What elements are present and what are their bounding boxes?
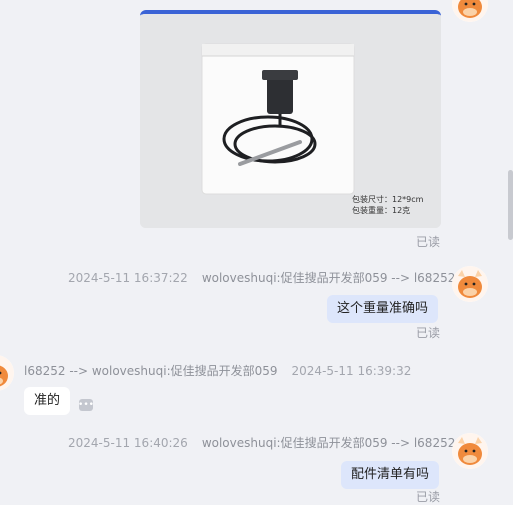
scrollbar-thumb[interactable] <box>508 170 513 240</box>
message-bubble[interactable]: 这个重量准确吗 <box>327 295 439 323</box>
cow-avatar-icon <box>452 266 488 302</box>
message-route: woloveshuqi:促佳搜品开发部059 --> l68252 <box>201 436 456 450</box>
message-timestamp: 2024-5-11 16:37:22 <box>68 271 188 285</box>
cow-avatar-icon <box>452 433 488 469</box>
sender-avatar[interactable] <box>452 266 488 302</box>
message-bubble[interactable]: 配件清单有吗 <box>341 461 440 489</box>
pack-weight-label: 包装重量：12克 <box>352 205 410 215</box>
cow-avatar-icon <box>452 0 488 22</box>
pack-size-label: 包装尺寸：12*9cm <box>352 194 424 204</box>
message-meta: l68252 --> woloveshuqi:促佳搜品开发部059 2024-5-… <box>24 362 425 379</box>
read-status: 已读 <box>416 326 441 340</box>
sender-avatar[interactable] <box>452 433 488 469</box>
message-bubble[interactable]: 准的 <box>24 387 71 415</box>
message-meta: 2024-5-11 16:37:22 woloveshuqi:促佳搜品开发部059… <box>68 269 455 286</box>
sender-avatar[interactable] <box>452 0 488 22</box>
message-route: l68252 --> woloveshuqi:促佳搜品开发部059 <box>24 364 278 378</box>
product-photo: 包装尺寸：12*9cm 包装重量：12克 <box>140 14 441 228</box>
message-timestamp: 2024-5-11 16:39:32 <box>291 364 412 378</box>
chat-history: 包装尺寸：12*9cm 包装重量：12克 已读 2024-5-11 16:37:… <box>0 0 513 505</box>
more-actions-button[interactable]: ••• <box>78 399 94 411</box>
contact-avatar[interactable] <box>0 355 14 391</box>
message-meta: 2024-5-11 16:40:26 woloveshuqi:促佳搜品开发部059… <box>68 434 455 451</box>
cow-avatar-icon <box>0 355 14 391</box>
ellipsis-icon: ••• <box>78 400 94 410</box>
message-timestamp: 2024-5-11 16:40:26 <box>68 436 188 450</box>
read-status: 已读 <box>416 235 441 249</box>
read-status: 已读 <box>416 490 441 504</box>
product-image-message[interactable]: 包装尺寸：12*9cm 包装重量：12克 <box>140 10 441 228</box>
message-route: woloveshuqi:促佳搜品开发部059 --> l68252 <box>201 271 456 285</box>
